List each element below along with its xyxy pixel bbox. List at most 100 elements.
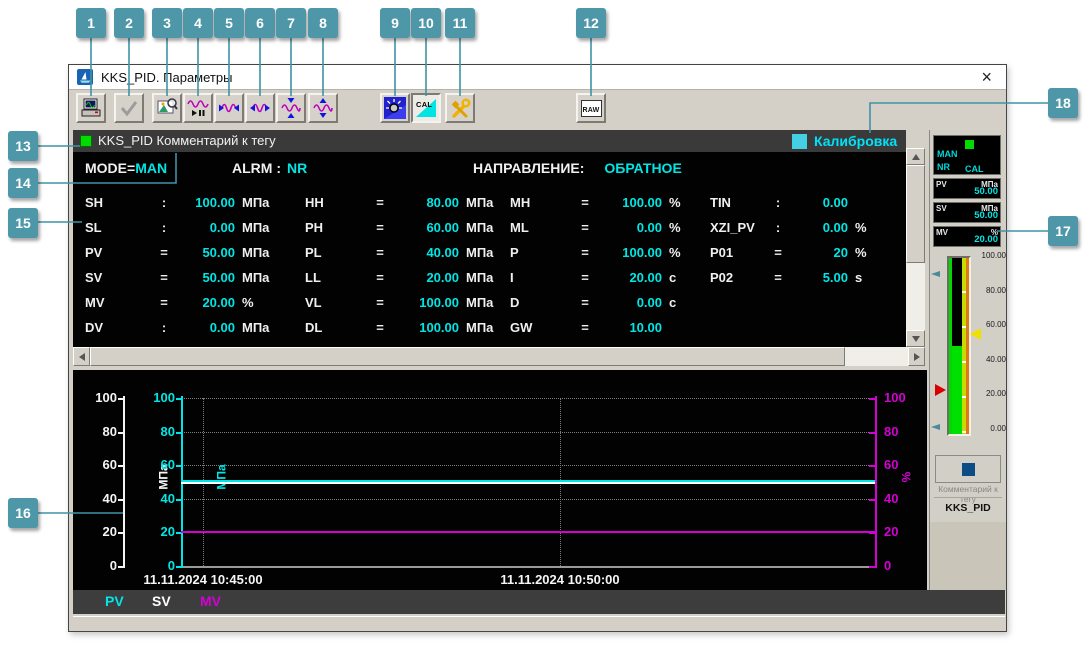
expand-horizontal-button[interactable] <box>245 93 275 123</box>
param-label: P01 <box>710 245 770 260</box>
param-op: = <box>576 270 594 285</box>
legend-item-pv[interactable]: PV <box>105 593 124 609</box>
print-button[interactable] <box>76 93 106 123</box>
param-op: : <box>155 320 173 335</box>
tick-label: 60 <box>75 457 117 472</box>
param-unit: % <box>662 195 702 210</box>
stop-square-icon <box>962 463 975 476</box>
expand-vertical-button[interactable] <box>308 93 338 123</box>
tick-label: 0 <box>75 558 117 573</box>
vertical-scrollbar[interactable] <box>906 148 925 347</box>
param-val: 100.00 <box>389 295 459 310</box>
param-op: : <box>770 195 786 210</box>
tick-mark <box>869 566 875 568</box>
calibration-button[interactable]: CAL <box>411 93 441 123</box>
faceplate-status-box: MAN NR CAL <box>933 135 1001 175</box>
gauge-tick-label: 20.00 <box>974 389 1006 398</box>
tick-label: 40 <box>133 491 175 506</box>
app-icon <box>77 69 93 85</box>
axis-unit-label: МПа <box>215 464 229 489</box>
param-unit: МПа <box>235 220 295 235</box>
snapshot-button[interactable] <box>152 93 182 123</box>
raw-data-button[interactable]: RAW <box>576 93 606 123</box>
param-row-pl: PL=40.00МПа <box>305 240 519 265</box>
param-op: = <box>155 295 173 310</box>
param-val: 20.00 <box>594 270 662 285</box>
param-label: DL <box>305 320 371 335</box>
scroll-up-button[interactable] <box>906 148 925 165</box>
compress-horizontal-button[interactable] <box>214 93 244 123</box>
annotation-badge-15: 15 <box>8 208 38 238</box>
tick-mark <box>118 465 123 467</box>
annotation-badge-5: 5 <box>214 8 244 38</box>
horizontal-scrollbar[interactable] <box>73 347 925 366</box>
param-label: SH <box>85 195 155 210</box>
param-val: 100.00 <box>594 195 662 210</box>
param-label: SV <box>85 270 155 285</box>
scroll-left-button[interactable] <box>73 347 90 366</box>
confirm-button[interactable] <box>114 93 144 123</box>
tick-mark <box>869 398 875 400</box>
tick-label: 0 <box>133 558 175 573</box>
param-row-hh: HH=80.00МПа <box>305 190 519 215</box>
param-unit: % <box>662 220 702 235</box>
param-val: 0.00 <box>173 320 235 335</box>
param-unit: % <box>848 220 888 235</box>
cal-button-label: CAL <box>416 100 432 109</box>
param-label: P <box>510 245 576 260</box>
param-op: = <box>155 245 173 260</box>
param-val: 0.00 <box>594 220 662 235</box>
mode-field: MODE=MAN <box>85 160 167 176</box>
close-button[interactable]: × <box>981 68 992 86</box>
param-op: = <box>770 270 786 285</box>
scroll-down-button[interactable] <box>906 330 925 347</box>
lamp-button[interactable] <box>380 93 410 123</box>
title-bar: KKS_PID. Параметры × <box>69 65 1006 90</box>
scroll-right-button[interactable] <box>908 347 925 366</box>
param-row-d: D=0.00c <box>510 290 702 315</box>
legend-item-sv[interactable]: SV <box>152 593 171 609</box>
legend-item-mv[interactable]: MV <box>200 593 221 609</box>
param-label: MH <box>510 195 576 210</box>
param-label: PL <box>305 245 371 260</box>
bar-gauge <box>947 256 971 436</box>
arrow-left-icon <box>79 353 85 361</box>
trend-pause-button[interactable] <box>183 93 213 123</box>
tools-button[interactable] <box>445 93 475 123</box>
wave-compress-vertical-icon <box>280 97 302 119</box>
param-val: 0.00 <box>786 220 848 235</box>
annotation-badge-3: 3 <box>152 8 182 38</box>
param-label: PH <box>305 220 371 235</box>
tag-comment-text: KKS_PID Комментарий к тегу <box>98 133 276 148</box>
param-op: : <box>770 220 786 235</box>
tick-label: 100 <box>133 390 175 405</box>
param-op: : <box>155 220 173 235</box>
horizontal-scroll-thumb[interactable] <box>90 347 845 366</box>
param-group-4: TIN:0.00XZI_PV:0.00%P01=20%P02=5.00s <box>710 190 888 290</box>
param-row-xzi_pv: XZI_PV:0.00% <box>710 215 888 240</box>
raw-window-icon: RAW <box>581 100 602 117</box>
tick-label: 80 <box>75 424 117 439</box>
param-val: 100.00 <box>389 320 459 335</box>
faceplate-value-box-sv: SVМПа50.00 <box>933 202 1001 223</box>
y-axis-line-3 <box>875 396 877 568</box>
trend-plot: 100806040200МПа100806040200МПа1008060402… <box>73 370 927 590</box>
mode-row: MODE=MAN ALRM :NR НАПРАВЛЕНИЕ:ОБРАТНОЕ <box>73 160 906 182</box>
tick-label: 20 <box>884 524 926 539</box>
lower-limit-marker-icon <box>931 424 940 430</box>
vertical-scroll-thumb[interactable] <box>906 165 925 263</box>
param-label: VL <box>305 295 371 310</box>
param-group-3: MH=100.00%ML=0.00%P=100.00%I=20.00cD=0.0… <box>510 190 702 347</box>
tick-mark <box>176 432 181 434</box>
annotation-badge-6: 6 <box>245 8 275 38</box>
faceplate-value-box-mv: MV%20.00 <box>933 226 1001 247</box>
annotation-badge-11: 11 <box>445 8 475 38</box>
direction-label: НАПРАВЛЕНИЕ: <box>473 160 584 176</box>
param-row-p02: P02=5.00s <box>710 265 888 290</box>
trend-pause-icon <box>187 97 209 119</box>
toolbar: CAL RAW <box>69 90 1006 127</box>
alarm-field: ALRM :NR <box>232 160 307 176</box>
compress-vertical-button[interactable] <box>276 93 306 123</box>
param-unit: МПа <box>235 320 295 335</box>
faceplate-stop-button[interactable] <box>935 455 1001 483</box>
